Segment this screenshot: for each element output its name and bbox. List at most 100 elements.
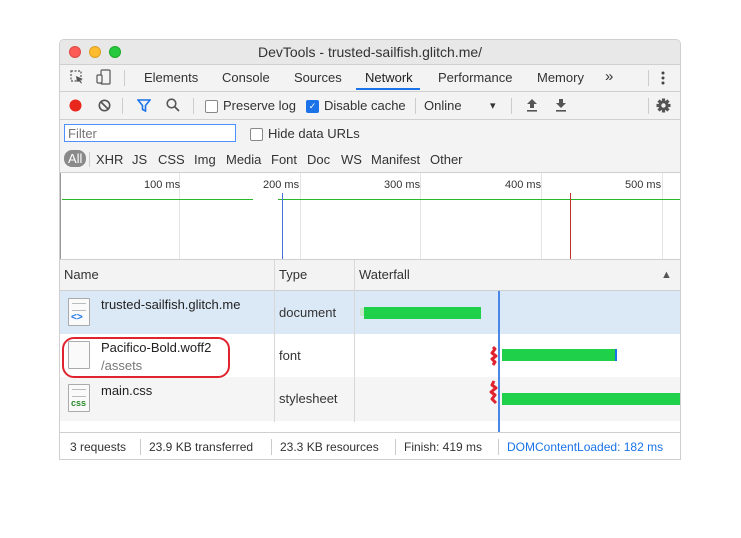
waterfall-bar[interactable] — [502, 349, 615, 361]
table-row[interactable]: css main.css stylesheet — [60, 377, 680, 421]
tab-performance[interactable]: Performance — [438, 70, 512, 85]
active-tab-indicator — [356, 88, 420, 90]
filter-bar: Hide data URLs — [60, 120, 680, 147]
type-filter-all[interactable]: All — [64, 150, 87, 167]
request-type: stylesheet — [279, 391, 338, 406]
type-filter-font[interactable]: Font — [271, 152, 297, 167]
request-name[interactable]: trusted-sailfish.glitch.me — [101, 297, 240, 312]
grid-line — [680, 173, 681, 259]
tick-label: 200 ms — [263, 179, 300, 191]
hide-data-urls-checkbox[interactable] — [250, 128, 263, 141]
request-name[interactable]: main.css — [101, 383, 152, 398]
divider — [122, 98, 123, 114]
tab-console[interactable]: Console — [222, 70, 270, 85]
sort-ascending-icon[interactable]: ▲ — [661, 269, 672, 281]
dom-content-loaded-marker — [282, 193, 283, 259]
divider — [648, 98, 649, 114]
column-divider — [354, 260, 355, 422]
tab-network[interactable]: Network — [365, 70, 413, 85]
column-name-header[interactable]: Name — [64, 267, 99, 282]
tick-label: 100 ms — [144, 179, 181, 191]
gear-icon[interactable] — [656, 98, 671, 113]
chevron-down-icon[interactable]: ▾ — [490, 99, 496, 112]
html-file-icon: <> — [68, 298, 90, 326]
divider — [89, 152, 90, 167]
overview-activity-line — [278, 199, 680, 200]
grid-line — [541, 173, 542, 259]
export-har-icon[interactable] — [555, 98, 567, 112]
divider — [124, 70, 125, 86]
column-divider — [274, 260, 275, 422]
type-filter-ws[interactable]: WS — [341, 152, 362, 167]
resource-type-filter-bar: All XHR JS CSS Img Media Font Doc WS Man… — [60, 147, 680, 173]
type-filter-js[interactable]: JS — [132, 152, 147, 167]
column-waterfall-header[interactable]: Waterfall — [359, 267, 410, 282]
divider — [498, 439, 499, 455]
inspect-element-icon[interactable] — [70, 70, 84, 84]
import-har-icon[interactable] — [526, 98, 538, 112]
waterfall-download-segment — [615, 349, 617, 361]
panel-tabs-bar: Elements Console Sources Network Perform… — [60, 65, 680, 92]
transferred-size: 23.9 KB transferred — [149, 440, 254, 454]
type-filter-xhr[interactable]: XHR — [96, 152, 123, 167]
disable-cache-checkbox[interactable]: ✓ — [306, 100, 319, 113]
search-icon[interactable] — [166, 98, 180, 112]
divider — [140, 439, 141, 455]
kebab-menu-icon[interactable] — [660, 71, 666, 85]
divider — [511, 98, 512, 114]
tick-label: 300 ms — [384, 179, 421, 191]
type-filter-manifest[interactable]: Manifest — [371, 152, 420, 167]
load-event-marker — [570, 193, 571, 259]
grid-line — [300, 173, 301, 259]
type-filter-other[interactable]: Other — [430, 152, 463, 167]
resources-size: 23.3 KB resources — [280, 440, 379, 454]
disable-cache-label: Disable cache — [324, 98, 406, 113]
status-bar: 3 requests 23.9 KB transferred 23.3 KB r… — [60, 432, 680, 459]
overview-activity-line — [62, 199, 253, 200]
finish-time: Finish: 419 ms — [404, 440, 483, 454]
divider — [648, 70, 649, 86]
window-title: DevTools - trusted-sailfish.glitch.me/ — [257, 44, 483, 60]
preserve-log-label: Preserve log — [223, 98, 296, 113]
title-bar: DevTools - trusted-sailfish.glitch.me/ — [60, 40, 680, 65]
type-filter-doc[interactable]: Doc — [307, 152, 330, 167]
divider — [271, 439, 272, 455]
divider — [415, 98, 416, 114]
requests-table-header: Name Type Waterfall ▲ — [60, 260, 680, 291]
tick-label: 400 ms — [505, 179, 542, 191]
css-file-icon: css — [68, 384, 90, 412]
tab-sources[interactable]: Sources — [294, 70, 342, 85]
waterfall-bar[interactable] — [364, 307, 481, 319]
grid-line — [662, 173, 663, 259]
request-type: document — [279, 305, 337, 320]
hide-data-urls-label: Hide data URLs — [268, 126, 360, 141]
column-type-header[interactable]: Type — [279, 267, 307, 282]
waterfall-bar[interactable] — [502, 393, 680, 405]
table-row[interactable]: <> trusted-sailfish.glitch.me document — [60, 291, 680, 334]
filter-input[interactable] — [64, 124, 236, 142]
grid-line — [60, 173, 61, 259]
grid-line — [420, 173, 421, 259]
divider — [193, 98, 194, 114]
preserve-log-checkbox[interactable] — [205, 100, 218, 113]
tab-elements[interactable]: Elements — [144, 70, 198, 85]
more-tabs-button[interactable]: » — [605, 68, 613, 85]
throttling-select[interactable]: Online — [424, 98, 462, 113]
clear-icon[interactable] — [98, 99, 111, 112]
tick-label: 500 ms — [625, 179, 662, 191]
tab-memory[interactable]: Memory — [537, 70, 584, 85]
devtools-window: DevTools - trusted-sailfish.glitch.me/ E… — [59, 39, 681, 460]
network-toolbar: Preserve log ✓ Disable cache Online ▾ — [60, 92, 680, 120]
timeline-overview[interactable]: 100 ms 200 ms 300 ms 400 ms 500 ms — [60, 173, 680, 260]
dom-content-loaded-time: DOMContentLoaded: 182 ms — [507, 440, 664, 454]
divider — [395, 439, 396, 455]
record-icon[interactable] — [69, 99, 82, 112]
type-filter-css[interactable]: CSS — [158, 152, 185, 167]
type-filter-media[interactable]: Media — [226, 152, 261, 167]
red-annotation-scribble — [489, 345, 498, 405]
filter-icon[interactable] — [137, 99, 151, 112]
type-filter-img[interactable]: Img — [194, 152, 216, 167]
request-type: font — [279, 348, 301, 363]
red-annotation-outline — [62, 337, 230, 378]
device-toolbar-icon[interactable] — [96, 69, 112, 85]
